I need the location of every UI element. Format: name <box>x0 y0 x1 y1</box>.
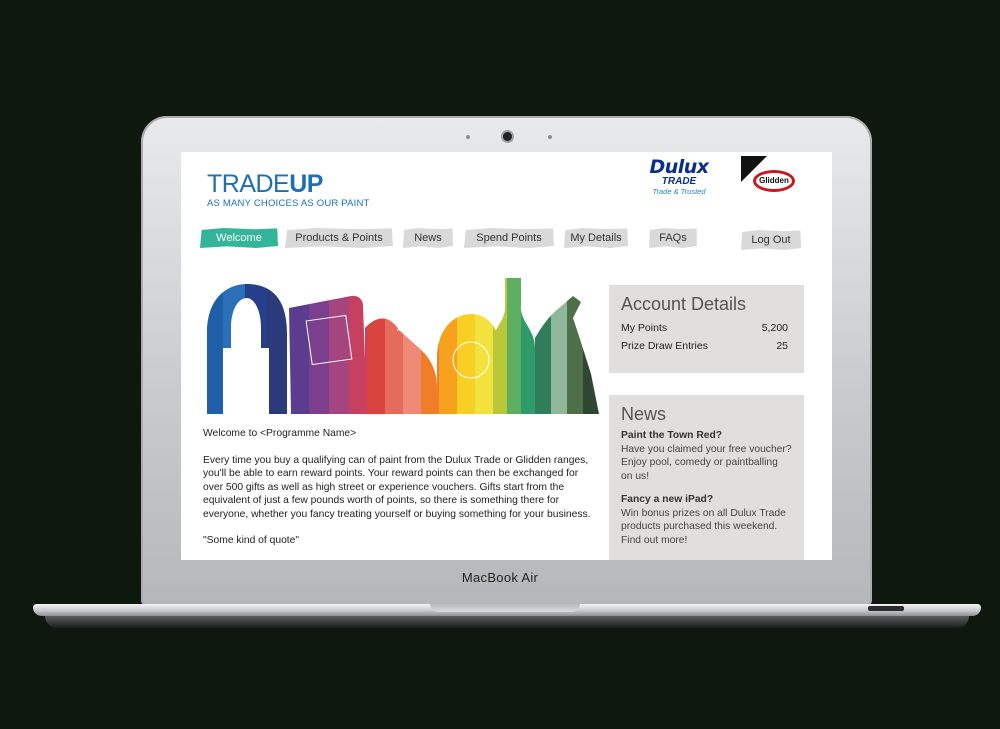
account-row-value: 5,200 <box>761 322 788 334</box>
glidden-logo[interactable]: Glidden <box>741 156 803 196</box>
account-row-prize-draw: Prize Draw Entries 25 <box>609 337 804 355</box>
laptop-foot <box>868 606 904 611</box>
news-text: Win bonus prizes on all Dulux Trade prod… <box>621 507 786 546</box>
welcome-content: Welcome to <Programme Name> Every time y… <box>203 427 598 560</box>
news-item[interactable]: Fancy a new iPad? Win bonus prizes on al… <box>609 493 804 557</box>
hero-product-illustration <box>207 278 599 414</box>
main-nav: Welcome Products & Points News Spend Poi… <box>181 228 832 250</box>
nav-item-spend-points[interactable]: Spend Points <box>464 228 554 248</box>
logo-word-trade: TRADE <box>207 170 290 198</box>
welcome-quote: "Some kind of quote" <box>203 535 300 546</box>
device-brand-label: MacBook Air <box>461 570 539 585</box>
news-title: News <box>621 404 667 424</box>
nav-item-news[interactable]: News <box>403 228 453 248</box>
nav-item-products-points[interactable]: Products & Points <box>285 228 393 248</box>
account-row-label: Prize Draw Entries <box>621 340 708 352</box>
nav-item-faqs[interactable]: FAQs <box>649 228 697 248</box>
account-row-value: 25 <box>776 340 788 352</box>
glidden-name: Glidden <box>753 170 795 192</box>
laptop-base-shadow <box>45 616 969 628</box>
laptop-notch <box>430 604 580 612</box>
news-panel: News Paint the Town Red? Have you claime… <box>609 395 804 560</box>
account-row-points: My Points 5,200 <box>609 319 804 337</box>
news-headline[interactable]: Fancy a new iPad? <box>621 493 792 507</box>
logo-wordmark: TRADEUP <box>207 172 370 197</box>
camera-icon <box>503 132 512 141</box>
nav-item-my-details[interactable]: My Details <box>564 228 628 248</box>
nav-item-welcome[interactable]: Welcome <box>200 228 278 248</box>
account-row-label: My Points <box>621 322 668 334</box>
logout-button[interactable]: Log Out <box>741 230 801 250</box>
account-details-title: Account Details <box>621 294 747 314</box>
news-headline[interactable]: Paint the Town Red? <box>621 429 792 443</box>
dulux-trade-logo[interactable]: Dulux TRADE Trade & Trusted <box>645 156 713 197</box>
news-text: Have you claimed your free voucher? Enjo… <box>621 443 792 482</box>
dulux-tagline: Trade & Trusted <box>652 187 706 196</box>
logo-word-up: UP <box>289 170 323 198</box>
sensor-dot <box>466 135 470 139</box>
account-details-panel: Account Details My Points 5,200 Prize Dr… <box>609 285 804 373</box>
logo-tagline: AS MANY CHOICES AS OUR PAINT <box>207 198 370 209</box>
welcome-body: Every time you buy a qualifying can of p… <box>203 454 591 520</box>
news-item[interactable]: Paint the Town Red? Have you claimed you… <box>609 429 804 493</box>
dulux-name: Dulux <box>649 156 709 178</box>
tradeup-logo[interactable]: TRADEUP AS MANY CHOICES AS OUR PAINT <box>207 172 370 210</box>
welcome-greeting: Welcome to <Programme Name> <box>203 428 357 439</box>
dulux-sub: TRADE <box>661 176 697 187</box>
sensor-dot <box>548 135 552 139</box>
website-screen: TRADEUP AS MANY CHOICES AS OUR PAINT Dul… <box>181 152 832 560</box>
